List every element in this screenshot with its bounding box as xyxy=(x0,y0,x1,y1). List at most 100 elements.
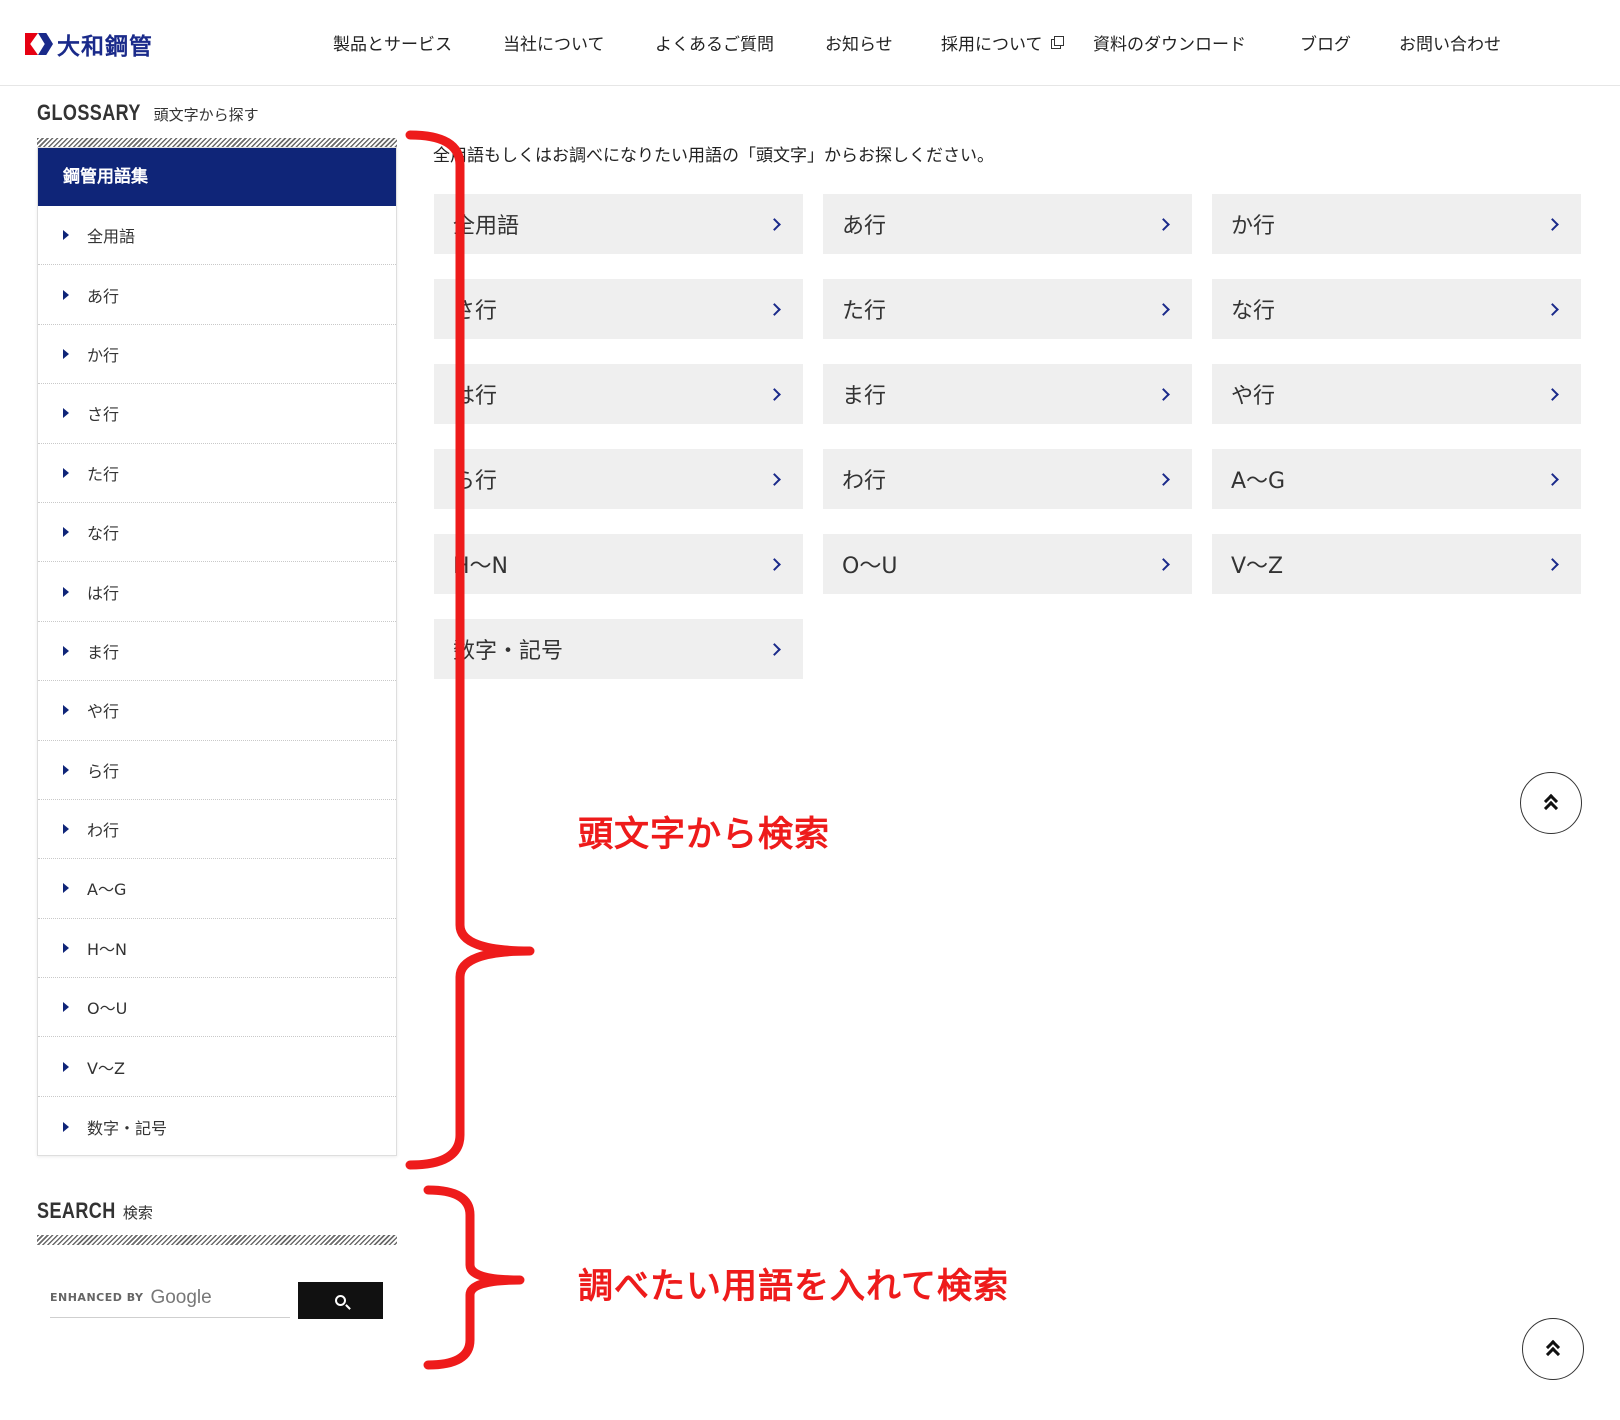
sidebar-item-label: は行 xyxy=(87,583,120,603)
external-link-icon xyxy=(1050,36,1064,49)
site-logo[interactable]: 大和鋼管 xyxy=(25,32,153,60)
initial-button[interactable]: V〜Z xyxy=(1212,534,1581,594)
initial-button[interactable]: ま行 xyxy=(823,364,1192,424)
sidebar-item-label: あ行 xyxy=(87,286,120,306)
initial-button[interactable]: A〜G xyxy=(1212,449,1581,509)
annotation-initial-search: 頭文字から検索 xyxy=(578,815,831,855)
initial-button[interactable]: わ行 xyxy=(823,449,1192,509)
site-header: 大和鋼管 製品とサービス 当社について よくあるご質問 お知らせ 採用について … xyxy=(0,0,1620,86)
sidebar-item[interactable]: ま行 xyxy=(38,622,396,682)
page-top-button-bottom[interactable] xyxy=(1522,1318,1584,1380)
search-input[interactable]: ENHANCED BY Google xyxy=(50,1278,290,1318)
sidebar-item[interactable]: A〜G xyxy=(38,859,396,919)
sidebar-item[interactable]: た行 xyxy=(38,444,396,503)
initial-button[interactable]: た行 xyxy=(823,279,1192,339)
initial-button-label: V〜Z xyxy=(1231,554,1284,579)
nav-news[interactable]: お知らせ xyxy=(825,30,893,55)
search-icon xyxy=(335,1295,346,1306)
initial-button[interactable]: あ行 xyxy=(823,194,1192,254)
logo-mark-icon xyxy=(25,33,53,55)
sidebar-item[interactable]: な行 xyxy=(38,503,396,563)
triangle-right-icon xyxy=(63,1121,69,1132)
chevron-right-icon xyxy=(768,387,781,401)
chevron-right-icon xyxy=(1157,217,1170,231)
chevron-right-icon xyxy=(768,302,781,316)
initial-button-label: な行 xyxy=(1231,299,1276,324)
initial-button-label: O〜U xyxy=(842,554,898,579)
triangle-right-icon xyxy=(63,824,69,835)
glossary-title-ja: 頭文字から探す xyxy=(153,106,259,124)
search-heading: SEARCH 検索 xyxy=(37,1198,153,1224)
sidebar-item[interactable]: O〜U xyxy=(38,978,396,1038)
chevron-right-icon xyxy=(768,217,781,231)
sidebar-item-label: な行 xyxy=(87,524,120,544)
annotation-term-search: 調べたい用語を入れて検索 xyxy=(578,1267,1009,1307)
nav-about[interactable]: 当社について xyxy=(503,30,605,55)
sidebar-item-label: O〜U xyxy=(87,999,128,1019)
sidebar-item[interactable]: は行 xyxy=(38,562,396,622)
triangle-right-icon xyxy=(63,1002,69,1013)
chevron-right-icon xyxy=(1157,302,1170,316)
chevron-right-icon xyxy=(768,557,781,571)
triangle-right-icon xyxy=(63,348,69,359)
initial-button-label: A〜G xyxy=(1231,469,1286,494)
chevron-right-icon xyxy=(1546,387,1559,401)
initial-button-label: わ行 xyxy=(842,469,887,494)
sidebar-item[interactable]: 全用語 xyxy=(38,206,396,266)
sidebar-item-label: ら行 xyxy=(87,761,120,781)
chevron-right-icon xyxy=(1546,557,1559,571)
page-top-button[interactable] xyxy=(1520,772,1582,834)
triangle-right-icon xyxy=(63,942,69,953)
chevron-right-icon xyxy=(1546,302,1559,316)
triangle-right-icon xyxy=(63,527,69,538)
sidebar-item-label: か行 xyxy=(87,345,120,365)
initial-button[interactable]: や行 xyxy=(1212,364,1581,424)
initial-button-label: あ行 xyxy=(842,214,887,239)
sidebar-item[interactable]: V〜Z xyxy=(38,1037,396,1097)
triangle-right-icon xyxy=(63,764,69,775)
sidebar-item-label: ま行 xyxy=(87,642,120,662)
triangle-right-icon xyxy=(63,408,69,419)
glossary-title-en: GLOSSARY xyxy=(37,100,141,125)
search-title-en: SEARCH xyxy=(37,1198,116,1223)
sidebar-item[interactable]: 数字・記号 xyxy=(38,1097,396,1156)
sidebar-item[interactable]: や行 xyxy=(38,681,396,741)
sidebar-item-label: さ行 xyxy=(87,405,120,425)
chevron-right-icon xyxy=(768,642,781,656)
triangle-right-icon xyxy=(63,1061,69,1072)
initial-button[interactable]: O〜U xyxy=(823,534,1192,594)
sidebar-item[interactable]: H〜N xyxy=(38,919,396,979)
glossary-sidebar: 鋼管用語集 全用語あ行か行さ行た行な行は行ま行や行ら行わ行 A〜G H〜N O〜U V〜… xyxy=(37,147,397,1156)
sidebar-item-label: 数字・記号 xyxy=(87,1118,168,1138)
nav-contact[interactable]: お問い合わせ xyxy=(1399,30,1501,55)
initial-button-label: ま行 xyxy=(842,384,887,409)
nav-recruit[interactable]: 採用について xyxy=(941,30,1064,55)
triangle-right-icon xyxy=(63,467,69,478)
sidebar-item[interactable]: わ行 xyxy=(38,800,396,860)
sidebar-item[interactable]: あ行 xyxy=(38,265,396,325)
triangle-right-icon xyxy=(63,645,69,656)
search-button[interactable] xyxy=(298,1282,383,1319)
sidebar-item[interactable]: か行 xyxy=(38,325,396,385)
sidebar-item[interactable]: さ行 xyxy=(38,384,396,444)
glossary-heading: GLOSSARY 頭文字から探す xyxy=(37,100,259,126)
chevron-right-icon xyxy=(1157,387,1170,401)
initial-button[interactable]: か行 xyxy=(1212,194,1581,254)
nav-blog[interactable]: ブログ xyxy=(1300,30,1351,55)
sidebar-item[interactable]: ら行 xyxy=(38,741,396,800)
triangle-right-icon xyxy=(63,230,69,241)
initial-button-label: か行 xyxy=(1231,214,1276,239)
nav-faq[interactable]: よくあるご質問 xyxy=(655,30,774,55)
logo-text: 大和鋼管 xyxy=(57,34,153,60)
enhanced-by-label: ENHANCED BY xyxy=(50,1291,144,1304)
initial-button-label: や行 xyxy=(1231,384,1276,409)
nav-downloads[interactable]: 資料のダウンロード xyxy=(1093,30,1246,55)
sidebar-heading: 鋼管用語集 xyxy=(38,148,396,206)
initial-button[interactable]: な行 xyxy=(1212,279,1581,339)
annotation-brace-glossary xyxy=(405,130,535,1170)
triangle-right-icon xyxy=(63,586,69,597)
triangle-right-icon xyxy=(63,289,69,300)
search-title-ja: 検索 xyxy=(122,1204,153,1222)
chevron-right-icon xyxy=(1157,472,1170,486)
nav-products[interactable]: 製品とサービス xyxy=(333,30,452,55)
